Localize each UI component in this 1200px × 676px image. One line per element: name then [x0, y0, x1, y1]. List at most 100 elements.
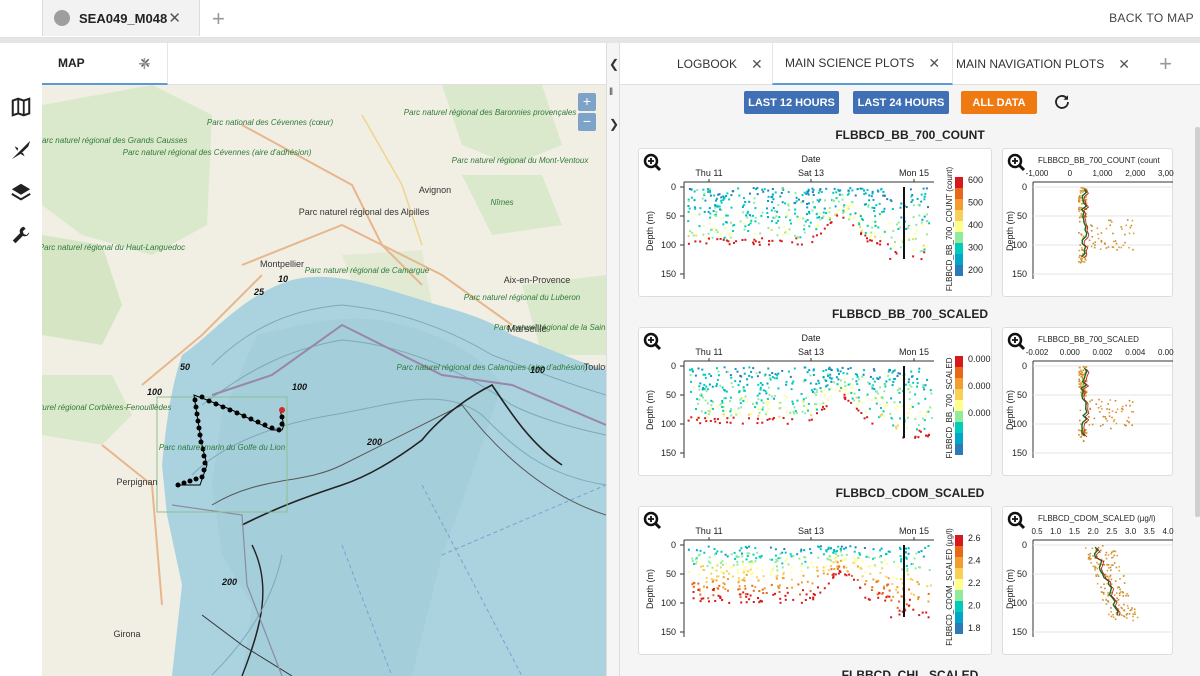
map-label-park: Parc naturel régional des Calanques (air…	[397, 363, 588, 372]
chevron-left-icon[interactable]: ❮	[609, 57, 619, 71]
heatmap-cell	[912, 216, 915, 219]
close-icon[interactable]: ✕	[928, 55, 940, 72]
profile-chart[interactable]: FLBBCD_CDOM_SCALED (µg/l)0.5 1.0 1.5 2.0 2.5…	[1003, 507, 1174, 656]
map-canvas[interactable]: Parc naturel régional des Cévennes (aire…	[42, 85, 606, 676]
profile-point	[1105, 247, 1108, 249]
heatmap-cell	[751, 562, 754, 565]
chevron-right-icon[interactable]: ❯	[609, 117, 619, 131]
heatmap-cell	[864, 231, 867, 234]
profile-y-tick-label: 150	[1012, 627, 1027, 637]
map-icon[interactable]	[10, 96, 32, 118]
heatmap-cell	[858, 389, 861, 391]
layers-icon[interactable]	[10, 181, 32, 203]
tab-logbook[interactable]: LOGBOOK ✕	[677, 43, 763, 85]
glider-icon[interactable]	[10, 139, 32, 161]
profile-chart[interactable]: FLBBCD_BB_700_SCALED-0.002 0.000 0.002 0.00…	[1003, 328, 1179, 477]
heatmap-cell	[774, 561, 777, 564]
refresh-icon[interactable]	[1053, 93, 1071, 111]
heatmap-cell	[747, 562, 750, 564]
drag-handle-icon[interactable]: ‖	[609, 87, 613, 98]
heatmap-cell	[739, 380, 741, 383]
close-icon[interactable]: ✕	[751, 56, 763, 73]
heatmap-cell	[712, 594, 715, 597]
heatmap-cell	[789, 411, 792, 414]
heatmap-cell	[803, 191, 806, 194]
heatmap-cell	[864, 571, 867, 574]
heatmap-cell	[864, 596, 867, 599]
heatmap-cell	[915, 223, 918, 226]
time-depth-chart[interactable]: DateThu 11 Sat 13 Mon 15050100150Depth (m)…	[639, 149, 993, 298]
heatmap-cell	[715, 385, 718, 388]
heatmap-cell	[758, 601, 761, 604]
last-12-hours-button[interactable]: LAST 12 HOURS	[744, 91, 839, 114]
x-tick-label: Sat 13	[798, 526, 824, 536]
zoom-icon[interactable]	[1007, 153, 1026, 172]
heatmap-cell	[743, 579, 746, 582]
heatmap-cell	[915, 552, 918, 555]
profile-title: FLBBCD_BB_700_SCALED	[1038, 335, 1139, 344]
profile-point	[1120, 410, 1123, 413]
heatmap-cell	[793, 201, 796, 204]
zoom-icon[interactable]	[1007, 332, 1026, 351]
heatmap-cell	[812, 598, 815, 601]
heatmap-cell	[895, 588, 898, 591]
panel-divider[interactable]: ❮ ‖ ❯	[606, 43, 620, 676]
last-24-hours-button[interactable]: LAST 24 HOURS	[853, 91, 949, 114]
heatmap-cell	[833, 549, 836, 552]
profile-point	[1100, 232, 1103, 234]
heatmap-cell	[872, 220, 875, 223]
top-bar: SEA049_M048 ✕ + BACK TO MAP	[0, 0, 1200, 38]
heatmap-cell	[746, 552, 749, 555]
zoom-icon[interactable]	[1007, 511, 1026, 530]
heatmap-cell	[796, 243, 799, 246]
zoom-icon[interactable]	[643, 511, 662, 530]
tab-main-science-plots[interactable]: MAIN SCIENCE PLOTS ✕	[772, 43, 954, 85]
heatmap-cell	[925, 611, 928, 614]
heatmap-cell	[870, 589, 873, 591]
map-view[interactable]: Parc naturel régional des Cévennes (aire…	[42, 85, 606, 676]
colorbar-tick-label: 500	[968, 198, 983, 208]
profile-point	[1097, 546, 1100, 549]
heatmap-cell	[879, 236, 882, 238]
time-depth-chart[interactable]: Thu 11 Sat 13 Mon 15050100150Depth (m)2.62…	[639, 507, 993, 656]
scrollbar[interactable]	[1195, 127, 1200, 517]
heatmap-cell	[797, 583, 800, 586]
profile-point	[1118, 569, 1121, 572]
all-data-button[interactable]: ALL DATA	[961, 91, 1037, 114]
heatmap-cell	[698, 213, 701, 216]
back-to-map-button[interactable]: BACK TO MAP	[1109, 11, 1194, 25]
tab-main-navigation-plots[interactable]: MAIN NAVIGATION PLOTS ✕	[956, 43, 1130, 85]
heatmap-cell	[763, 188, 766, 191]
heatmap-cell	[705, 390, 708, 393]
heatmap-cell	[822, 405, 824, 408]
heatmap-cell	[899, 555, 902, 558]
heatmap-cell	[808, 212, 811, 215]
wrench-icon[interactable]	[10, 224, 32, 246]
time-depth-chart[interactable]: DateThu 11 Sat 13 Mon 15050100150Depth (m)…	[639, 328, 993, 477]
plot-title: FLBBCD_BB_700_COUNT	[835, 128, 985, 142]
close-icon[interactable]: ✕	[168, 9, 181, 27]
close-icon[interactable]: ✕	[1118, 56, 1130, 73]
heatmap-cell	[882, 190, 885, 193]
zoom-icon[interactable]	[643, 332, 662, 351]
add-tab-plus-icon[interactable]: +	[138, 51, 151, 77]
heatmap-cell	[930, 417, 933, 420]
time-depth-plot-card: Date Thu 11 Sat 13 Mon 15 0 50 100 150 Depth (m)…	[638, 148, 992, 297]
heatmap-cell	[697, 582, 700, 585]
profile-x-tick-label: 1.5	[1069, 527, 1081, 536]
add-tab-plus-icon[interactable]: +	[212, 6, 225, 32]
heatmap-cell	[766, 207, 768, 210]
heatmap-cell	[858, 223, 861, 226]
document-tab[interactable]: SEA049_M048 ✕	[42, 0, 200, 36]
heatmap-cell	[794, 192, 797, 195]
heatmap-cell	[919, 566, 921, 569]
heatmap-cell	[838, 384, 841, 387]
add-tab-plus-icon[interactable]: +	[1159, 51, 1172, 77]
zoom-icon[interactable]	[643, 153, 662, 172]
profile-point	[1078, 383, 1081, 385]
heatmap-cell	[777, 387, 780, 390]
heatmap-cell	[899, 401, 901, 404]
profile-point	[1116, 249, 1118, 251]
heatmap-cell	[884, 406, 886, 409]
profile-chart[interactable]: FLBBCD_BB_700_COUNT (count-1,000 0 1,000 2,…	[1003, 149, 1179, 298]
